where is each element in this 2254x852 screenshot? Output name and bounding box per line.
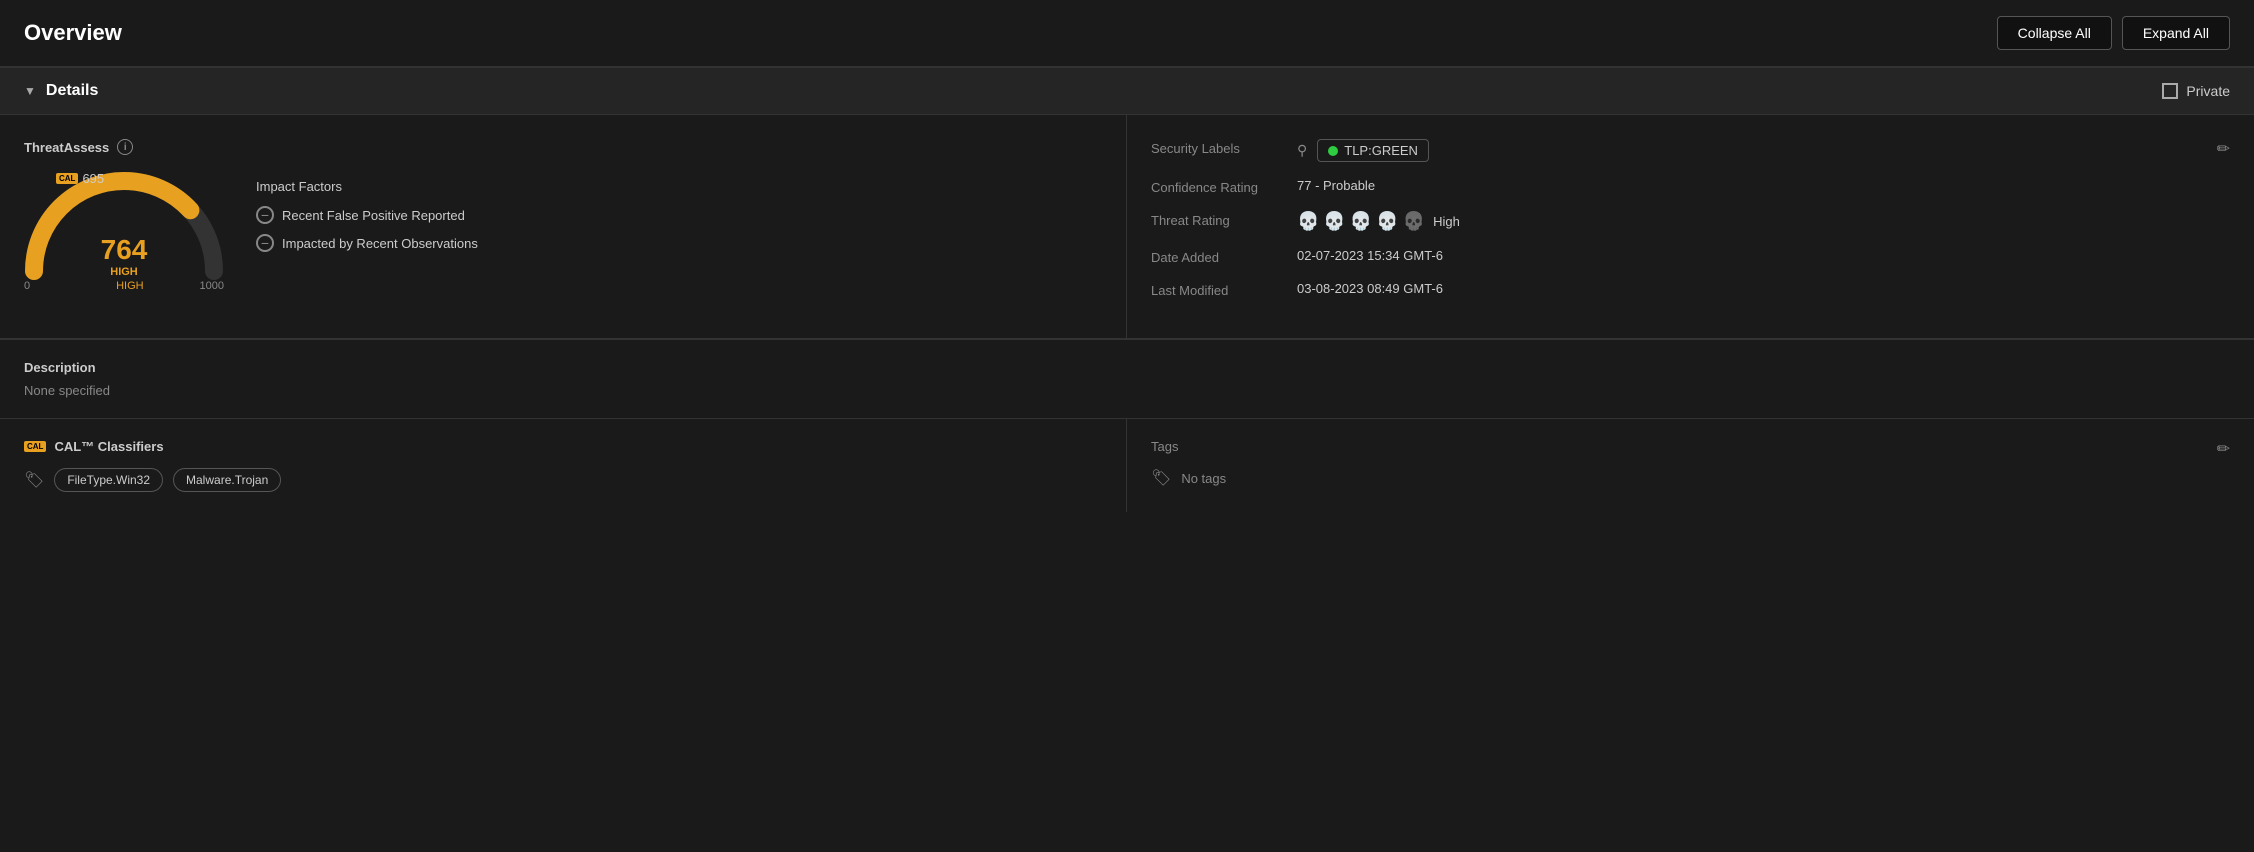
threat-rating-label: Threat Rating xyxy=(1151,211,1281,228)
skull-4: 💀 xyxy=(1376,211,1398,232)
impact-factors-title: Impact Factors xyxy=(256,179,478,194)
gauge-min-label: 0 xyxy=(24,280,30,292)
gauge-labels: 0 HIGH 1000 xyxy=(24,280,224,292)
expand-all-button[interactable]: Expand All xyxy=(2122,16,2230,50)
threat-rating-text: High xyxy=(1433,214,1460,229)
edit-icon-bottom[interactable]: ✏ xyxy=(2217,439,2230,459)
edit-icon-top[interactable]: ✏ xyxy=(2217,139,2230,159)
info-icon[interactable]: i xyxy=(117,139,133,155)
details-section-header: ▼ Details Private xyxy=(0,67,2254,115)
impact-factor-1: Recent False Positive Reported xyxy=(282,208,465,223)
date-added-row: Date Added 02-07-2023 15:34 GMT-6 xyxy=(1151,248,2230,265)
threat-rating-value: 💀 💀 💀 💀 💀 High xyxy=(1297,211,2230,232)
page-header: Overview Collapse All Expand All xyxy=(0,0,2254,67)
threat-assess-header: ThreatAssess i xyxy=(24,139,1102,155)
private-label: Private xyxy=(2186,83,2230,99)
private-control: Private xyxy=(2162,83,2230,99)
cal-classifiers-label: CAL™ Classifiers xyxy=(54,439,163,454)
tlp-badge: TLP:GREEN xyxy=(1317,139,1429,162)
svg-text:HIGH: HIGH xyxy=(110,266,138,278)
left-panel: ThreatAssess i CAL 695 764 HIGH xyxy=(0,115,1127,338)
cal-tag: CAL xyxy=(56,173,78,184)
date-added-label: Date Added xyxy=(1151,248,1281,265)
tlp-text: TLP:GREEN xyxy=(1344,143,1418,158)
right-panel: ✏ Security Labels ⚲ TLP:GREEN Confidence… xyxy=(1127,115,2254,338)
cal-classifiers-header: CAL CAL™ Classifiers xyxy=(24,439,1102,454)
minus-circle-icon-2: − xyxy=(256,234,274,252)
gauge-area: CAL 695 764 HIGH 0 HIGH 1000 xyxy=(24,171,1102,292)
confidence-rating-value: 77 - Probable xyxy=(1297,178,2230,193)
tags-icon: 🏷 xyxy=(1151,468,1171,488)
tags-section: ✏ Tags 🏷 No tags xyxy=(1127,419,2254,512)
classifier-chip-1[interactable]: FileType.Win32 xyxy=(54,468,163,492)
tag-icon: 🏷 xyxy=(24,470,44,490)
cal-score-value: 695 xyxy=(82,171,104,186)
skull-5: 💀 xyxy=(1403,211,1425,232)
details-header-left: ▼ Details xyxy=(24,82,98,100)
security-labels-label: Security Labels xyxy=(1151,139,1281,156)
description-value: None specified xyxy=(24,383,2230,398)
tlp-dot xyxy=(1328,146,1338,156)
classifier-chip-2[interactable]: Malware.Trojan xyxy=(173,468,281,492)
gauge-container: CAL 695 764 HIGH 0 HIGH 1000 xyxy=(24,171,224,292)
security-labels-value: ⚲ TLP:GREEN xyxy=(1297,139,2230,162)
description-section: Description None specified xyxy=(0,339,2254,418)
bottom-section: CAL CAL™ Classifiers 🏷 FileType.Win32 Ma… xyxy=(0,418,2254,512)
tags-label: Tags xyxy=(1151,439,2230,454)
impact-factor-2: Impacted by Recent Observations xyxy=(282,236,478,251)
classifiers-row: 🏷 FileType.Win32 Malware.Trojan xyxy=(24,468,1102,492)
impact-item-1: − Recent False Positive Reported xyxy=(256,206,478,224)
impact-factors: Impact Factors − Recent False Positive R… xyxy=(256,171,478,262)
details-content: ThreatAssess i CAL 695 764 HIGH xyxy=(0,115,2254,339)
page-title: Overview xyxy=(24,20,122,46)
threat-rating-row: Threat Rating 💀 💀 💀 💀 💀 High xyxy=(1151,211,2230,232)
cal-icon: CAL xyxy=(24,441,46,452)
details-title: Details xyxy=(46,82,98,100)
last-modified-value: 03-08-2023 08:49 GMT-6 xyxy=(1297,281,2230,296)
confidence-rating-row: Confidence Rating 77 - Probable xyxy=(1151,178,2230,195)
gauge-svg: 764 HIGH xyxy=(24,171,224,281)
tags-value: No tags xyxy=(1181,471,1226,486)
gauge-cal-score: CAL 695 xyxy=(56,171,104,186)
description-label: Description xyxy=(24,360,2230,375)
svg-text:764: 764 xyxy=(101,234,148,265)
skull-2: 💀 xyxy=(1323,211,1345,232)
threat-assess-label: ThreatAssess xyxy=(24,140,109,155)
tags-row: 🏷 No tags xyxy=(1151,468,2230,488)
private-checkbox[interactable] xyxy=(2162,83,2178,99)
skull-3: 💀 xyxy=(1350,211,1372,232)
cal-classifiers-section: CAL CAL™ Classifiers 🏷 FileType.Win32 Ma… xyxy=(0,419,1127,512)
confidence-rating-label: Confidence Rating xyxy=(1151,178,1281,195)
chevron-down-icon[interactable]: ▼ xyxy=(24,84,36,98)
gauge-max-label: 1000 xyxy=(200,280,224,292)
link-icon: ⚲ xyxy=(1297,142,1307,159)
skull-1: 💀 xyxy=(1297,211,1319,232)
impact-item-2: − Impacted by Recent Observations xyxy=(256,234,478,252)
gauge-rating-label: HIGH xyxy=(116,280,144,292)
date-added-value: 02-07-2023 15:34 GMT-6 xyxy=(1297,248,2230,263)
collapse-all-button[interactable]: Collapse All xyxy=(1997,16,2112,50)
last-modified-label: Last Modified xyxy=(1151,281,1281,298)
security-labels-row: Security Labels ⚲ TLP:GREEN xyxy=(1151,139,2230,162)
minus-circle-icon-1: − xyxy=(256,206,274,224)
last-modified-row: Last Modified 03-08-2023 08:49 GMT-6 xyxy=(1151,281,2230,298)
header-buttons: Collapse All Expand All xyxy=(1997,16,2230,50)
